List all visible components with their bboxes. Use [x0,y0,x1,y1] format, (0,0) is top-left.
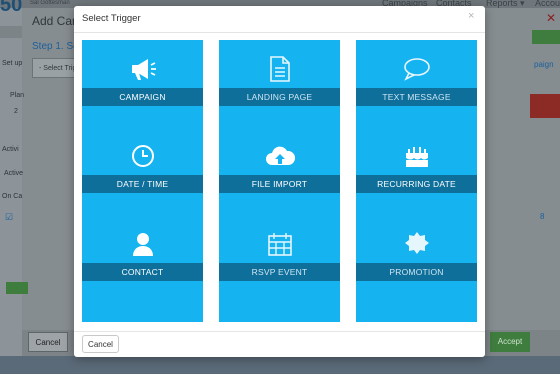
clock-icon [82,141,203,171]
on-campaign-label: On Ca [2,193,23,200]
green-action-button[interactable] [6,282,28,294]
calendar-icon [219,229,340,259]
page-footer [0,356,560,374]
app-logo: 50 [0,0,23,16]
trigger-tile-promotion[interactable]: PROMOTION [356,215,477,322]
tile-label: TEXT MESSAGE [356,88,477,106]
active-tab[interactable]: Active [4,170,23,177]
panel-accept-button[interactable]: Accept [490,332,530,352]
megaphone-icon [82,54,203,84]
nav-account[interactable]: Accou [535,0,560,8]
cloud-upload-icon [219,141,340,171]
tile-label: RECURRING DATE [356,175,477,193]
plan-label: Plan [10,92,25,99]
sidebar-back[interactable] [0,26,22,38]
select-trigger-modal: Select Trigger × CAMPAIGN LANDING PAGE T… [74,6,485,357]
modal-footer-divider [74,331,485,332]
modal-title: Select Trigger [82,13,141,24]
setup-label: Set up [2,60,23,67]
person-icon [82,229,203,259]
document-icon [219,54,340,84]
tile-label: FILE IMPORT [219,175,340,193]
trigger-tile-rsvp-event[interactable]: RSVP EVENT [219,215,340,322]
close-icon[interactable]: × [468,10,474,22]
panel-cancel-button[interactable]: Cancel [28,332,68,352]
tile-label: DATE / TIME [82,175,203,193]
tile-label: PROMOTION [356,263,477,281]
campaign-button[interactable] [532,30,560,44]
cancel-button[interactable]: Cancel [82,335,119,353]
row-value: 8 [540,212,545,221]
campaign-link[interactable]: paign [534,60,554,69]
speech-bubble-icon [356,54,477,84]
panel-close-icon[interactable]: ✕ [546,11,556,25]
activity-label: Activi [2,146,19,153]
tile-label: CAMPAIGN [82,88,203,106]
cake-icon [356,141,477,171]
plan-value: 2 [14,108,18,115]
tile-label: RSVP EVENT [219,263,340,281]
tile-label: CONTACT [82,263,203,281]
account-name: Sal Gottesman [30,0,70,6]
trigger-select[interactable]: - Select Trig [32,58,80,78]
modal-header: Select Trigger × [74,6,485,33]
trigger-tile-contact[interactable]: CONTACT [82,215,203,322]
checkbox-icon[interactable]: ☑ [5,212,13,223]
badge-icon [356,229,477,259]
tile-label: LANDING PAGE [219,88,340,106]
delete-button[interactable] [530,94,560,118]
